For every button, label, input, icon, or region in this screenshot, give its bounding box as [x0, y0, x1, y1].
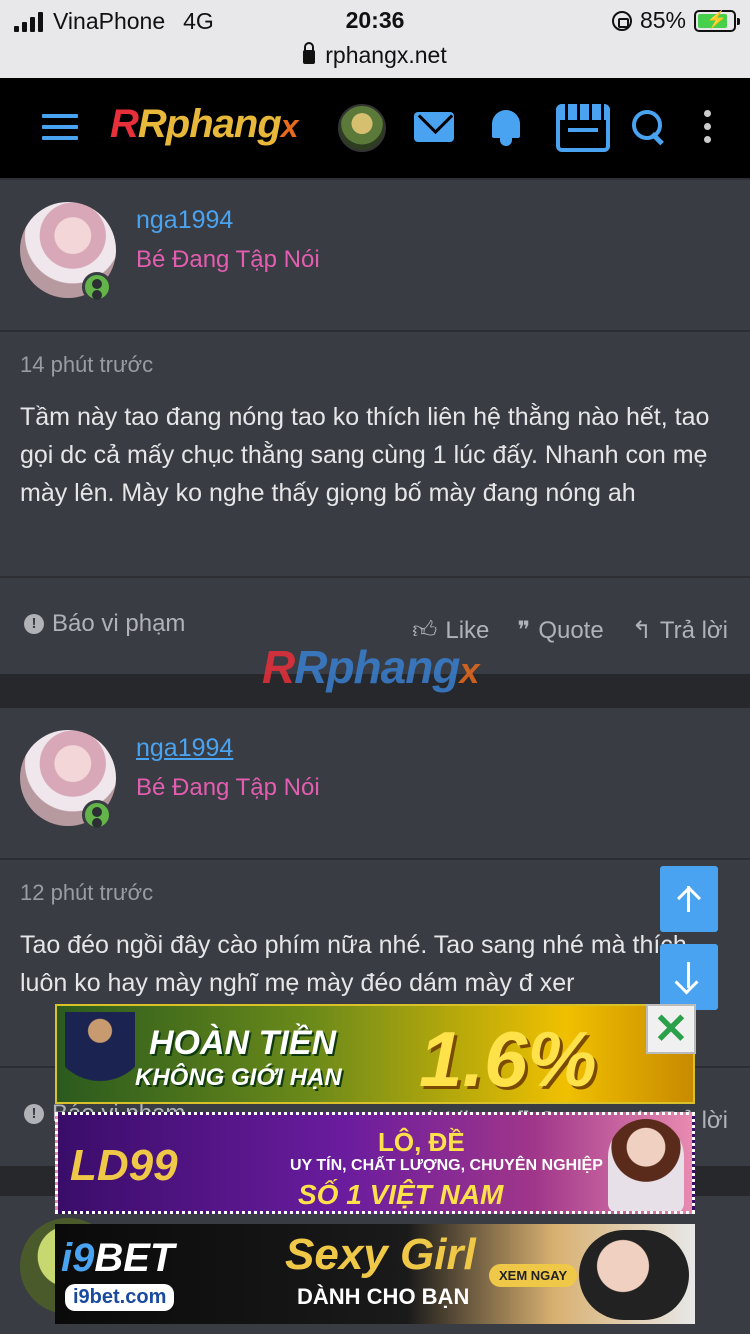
scroll-top-button[interactable]: [660, 866, 718, 932]
author-title: Bé Đang Tập Nói: [136, 246, 320, 273]
post-body: 12 phút trước Tao đéo ngồi đây cào phím …: [0, 860, 750, 1002]
site-logo[interactable]: RRphangx: [110, 102, 299, 147]
site-header: RRphangx: [0, 78, 750, 178]
status-right: 85%: [611, 7, 740, 34]
ad-subline: SỐ 1 VIỆT NAM: [298, 1179, 504, 1210]
report-button[interactable]: ! Báo vi phạm: [24, 610, 185, 638]
author-title: Bé Đang Tập Nói: [136, 774, 320, 801]
ad-headline: Sexy Girl: [285, 1230, 476, 1279]
ad-site: i9bet.com: [65, 1284, 175, 1311]
ad-player-image: [65, 1012, 135, 1102]
post-time[interactable]: 12 phút trước: [20, 880, 730, 906]
battery-percent: 85%: [639, 7, 686, 33]
post-time[interactable]: 14 phút trước: [20, 352, 730, 378]
post-author: nga1994 Bé Đang Tập Nói: [0, 180, 750, 332]
padlock-icon: [303, 42, 316, 64]
ad-tagline: UY TÍN, CHẤT LƯỢNG, CHUYÊN NGHIỆP: [290, 1157, 603, 1174]
quote-label: Quote: [538, 616, 604, 644]
address-bar[interactable]: rphangx.net: [0, 42, 750, 69]
ad-close-button[interactable]: ✕: [646, 1004, 696, 1054]
status-bar: VinaPhone 4G 20:36 85% rphangx.net: [0, 0, 750, 78]
ad-banner-cashback[interactable]: HOÀN TIỀN KHÔNG GIỚI HẠN 1.6%: [55, 1004, 695, 1104]
mail-icon[interactable]: [414, 112, 454, 142]
ad-model-image: [608, 1119, 684, 1211]
search-icon[interactable]: [632, 110, 668, 146]
logo-text: Rphang: [137, 102, 282, 146]
online-status-icon: [82, 800, 112, 830]
more-vertical-icon[interactable]: [704, 110, 712, 146]
reply-icon: ↰: [631, 617, 652, 644]
ad-brand: i9BET: [61, 1236, 174, 1281]
author-username[interactable]: nga1994: [136, 734, 233, 763]
ad-brand-prefix: i9: [61, 1236, 95, 1280]
report-label: Báo vi phạm: [52, 610, 186, 637]
site-watermark: RRphangx: [262, 641, 479, 693]
store-icon[interactable]: [556, 104, 610, 152]
reply-button[interactable]: ↰ Trả lời: [632, 616, 728, 645]
alert-icon: !: [24, 1104, 44, 1124]
ad-subline: DÀNH CHO BẠN: [297, 1284, 470, 1309]
reply-label: Trả lời: [659, 616, 728, 644]
user-avatar[interactable]: [338, 104, 386, 152]
post-message: Tao đéo ngồi đây cào phím nữa nhé. Tao s…: [20, 931, 687, 997]
online-status-icon: [82, 272, 112, 302]
ad-brand: LD99: [70, 1141, 178, 1190]
ad-brand-suffix: BET: [94, 1236, 175, 1280]
ad-headline: HOÀN TIỀN: [149, 1024, 336, 1062]
post: nga1994 Bé Đang Tập Nói 14 phút trước Tầ…: [0, 180, 750, 674]
orientation-lock-icon: [611, 10, 632, 31]
ad-headline: LÔ, ĐỀ: [378, 1127, 465, 1157]
author-username[interactable]: nga1994: [136, 206, 233, 235]
post-message: Tầm này tao đang nóng tao ko thích liên …: [20, 403, 710, 507]
battery-icon: [694, 9, 740, 32]
ad-banner-casino[interactable]: i9BET i9bet.com Sexy Girl DÀNH CHO BẠN X…: [55, 1224, 695, 1324]
ad-percent: 1.6%: [419, 1015, 597, 1103]
watermark-text: Rphang: [294, 641, 460, 693]
bell-icon[interactable]: [488, 106, 524, 146]
ad-banner-lottery[interactable]: LD99 LÔ, ĐỀ UY TÍN, CHẤT LƯỢNG, CHUYÊN N…: [55, 1112, 695, 1214]
post-body: 14 phút trước Tầm này tao đang nóng tao …: [0, 332, 750, 512]
ad-subline: KHÔNG GIỚI HẠN: [135, 1064, 342, 1091]
watermark-suffix: x: [459, 650, 479, 691]
alert-icon: !: [24, 614, 44, 634]
post-author: nga1994 Bé Đang Tập Nói: [0, 708, 750, 860]
ad-cta-button[interactable]: XEM NGAY: [489, 1264, 578, 1287]
logo-suffix: x: [280, 108, 299, 144]
url-text: rphangx.net: [325, 42, 447, 68]
quote-icon: ❞: [517, 617, 531, 644]
quote-button[interactable]: ❞ Quote: [517, 616, 603, 645]
ad-model-image: [579, 1230, 689, 1320]
menu-icon[interactable]: [42, 114, 78, 140]
scroll-bottom-button[interactable]: [660, 944, 718, 1010]
